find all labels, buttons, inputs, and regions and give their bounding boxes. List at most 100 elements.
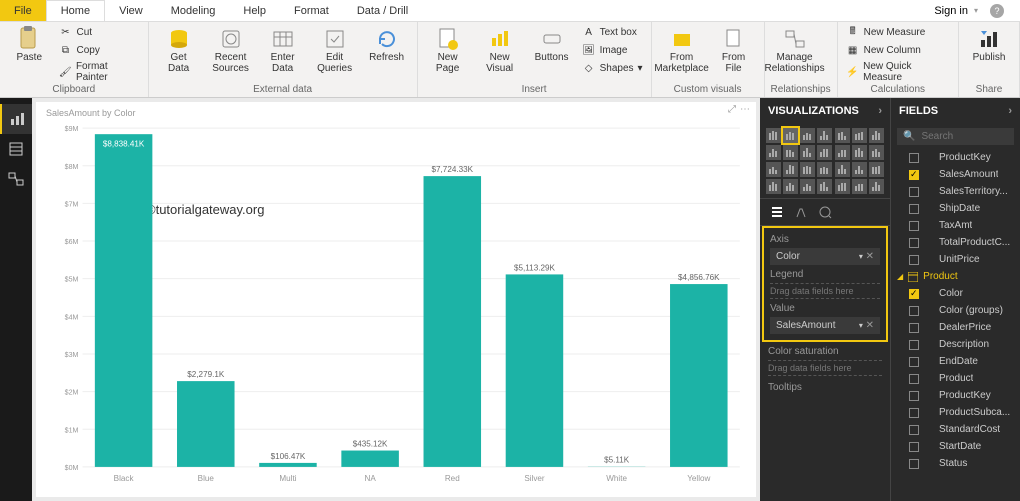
recent-sources-button[interactable]: Recent Sources	[207, 24, 255, 76]
axis-field-pill[interactable]: Color▾ ✕	[770, 248, 880, 265]
remove-field-icon[interactable]: ✕	[866, 251, 874, 262]
checkbox[interactable]	[909, 238, 919, 248]
field-item[interactable]: DealerPrice	[891, 319, 1020, 336]
format-painter-button[interactable]: 🖌Format Painter	[56, 60, 141, 84]
checkbox[interactable]	[909, 187, 919, 197]
chevron-right-icon[interactable]: ›	[878, 105, 882, 117]
field-item[interactable]: TotalProductC...	[891, 234, 1020, 251]
viz-type-icon[interactable]	[766, 145, 781, 160]
tab-file[interactable]: File	[0, 0, 46, 21]
tab-data-drill[interactable]: Data / Drill	[343, 0, 422, 21]
legend-drop-zone[interactable]: Drag data fields here	[770, 283, 880, 299]
manage-relationships-button[interactable]: Manage Relationships	[771, 24, 819, 76]
field-item[interactable]: EndDate	[891, 353, 1020, 370]
field-item[interactable]: SalesAmount	[891, 166, 1020, 183]
new-column-button[interactable]: ▦New Column	[844, 42, 952, 58]
buttons-button[interactable]: Buttons	[528, 24, 576, 65]
viz-type-icon[interactable]	[835, 128, 850, 143]
edit-queries-button[interactable]: Edit Queries	[311, 24, 359, 76]
viz-type-icon[interactable]	[766, 128, 781, 143]
fields-tab-icon[interactable]	[770, 205, 784, 219]
field-item[interactable]: Product	[891, 370, 1020, 387]
field-item[interactable]: Color	[891, 285, 1020, 302]
viz-type-icon[interactable]	[869, 128, 884, 143]
new-quick-measure-button[interactable]: ⚡New Quick Measure	[844, 60, 952, 84]
bar[interactable]	[177, 381, 235, 467]
value-field-pill[interactable]: SalesAmount▾ ✕	[770, 317, 880, 334]
cut-button[interactable]: ✂Cut	[56, 24, 141, 40]
viz-type-icon[interactable]	[852, 145, 867, 160]
field-item[interactable]: ShipDate	[891, 200, 1020, 217]
tab-view[interactable]: View	[105, 0, 157, 21]
new-page-button[interactable]: New Page	[424, 24, 472, 76]
copy-button[interactable]: ⧉Copy	[56, 42, 141, 58]
textbox-button[interactable]: AText box	[580, 24, 645, 40]
new-visual-button[interactable]: New Visual	[476, 24, 524, 76]
table-header[interactable]: ◢ Product	[891, 268, 1020, 285]
get-data-button[interactable]: Get Data	[155, 24, 203, 76]
field-item[interactable]: StartDate	[891, 438, 1020, 455]
viz-type-icon[interactable]	[817, 128, 832, 143]
field-item[interactable]: ProductSubca...	[891, 404, 1020, 421]
viz-type-icon[interactable]	[783, 145, 798, 160]
focus-mode-icon[interactable]: ⤢	[728, 104, 736, 115]
field-item[interactable]: Status	[891, 455, 1020, 472]
viz-type-icon[interactable]	[869, 162, 884, 177]
tab-home[interactable]: Home	[46, 0, 105, 21]
paste-button[interactable]: Paste	[6, 24, 52, 65]
viz-type-icon[interactable]	[835, 179, 850, 194]
search-input[interactable]	[921, 131, 1001, 142]
enter-data-button[interactable]: Enter Data	[259, 24, 307, 76]
checkbox[interactable]	[909, 221, 919, 231]
bar[interactable]	[95, 134, 153, 467]
field-item[interactable]: ProductKey	[891, 149, 1020, 166]
format-tab-icon[interactable]	[794, 205, 808, 219]
tab-format[interactable]: Format	[280, 0, 343, 21]
viz-type-icon[interactable]	[766, 162, 781, 177]
checkbox[interactable]	[909, 289, 919, 299]
checkbox[interactable]	[909, 442, 919, 452]
viz-type-icon[interactable]	[817, 179, 832, 194]
viz-type-icon[interactable]	[835, 145, 850, 160]
viz-type-icon[interactable]	[800, 145, 815, 160]
checkbox[interactable]	[909, 408, 919, 418]
checkbox[interactable]	[909, 391, 919, 401]
checkbox[interactable]	[909, 170, 919, 180]
saturation-drop-zone[interactable]: Drag data fields here	[768, 360, 882, 376]
bar[interactable]	[341, 451, 399, 467]
analytics-tab-icon[interactable]	[818, 205, 832, 219]
remove-field-icon[interactable]: ✕	[866, 320, 874, 331]
viz-type-icon[interactable]	[783, 162, 798, 177]
checkbox[interactable]	[909, 459, 919, 469]
chart-visual[interactable]: SalesAmount by Color ⤢ ⋯ ©tutorialgatewa…	[36, 102, 756, 497]
viz-type-icon[interactable]	[766, 179, 781, 194]
checkbox[interactable]	[909, 357, 919, 367]
new-measure-button[interactable]: 🖩New Measure	[844, 24, 952, 40]
refresh-button[interactable]: Refresh	[363, 24, 411, 65]
publish-button[interactable]: Publish	[965, 24, 1013, 65]
report-canvas[interactable]: SalesAmount by Color ⤢ ⋯ ©tutorialgatewa…	[32, 98, 760, 501]
report-view-button[interactable]	[0, 104, 32, 134]
viz-type-icon[interactable]	[852, 179, 867, 194]
chevron-right-icon[interactable]: ›	[1008, 105, 1012, 117]
checkbox[interactable]	[909, 153, 919, 163]
viz-type-icon[interactable]	[869, 179, 884, 194]
field-item[interactable]: ProductKey	[891, 387, 1020, 404]
viz-type-icon[interactable]	[852, 128, 867, 143]
more-options-icon[interactable]: ⋯	[740, 104, 750, 115]
viz-type-icon[interactable]	[852, 162, 867, 177]
bar[interactable]	[259, 463, 317, 467]
field-item[interactable]: TaxAmt	[891, 217, 1020, 234]
viz-type-icon[interactable]	[817, 145, 832, 160]
tab-modeling[interactable]: Modeling	[157, 0, 230, 21]
viz-type-icon[interactable]	[800, 162, 815, 177]
viz-type-icon[interactable]	[783, 128, 798, 143]
viz-type-icon[interactable]	[869, 145, 884, 160]
checkbox[interactable]	[909, 425, 919, 435]
viz-type-icon[interactable]	[835, 162, 850, 177]
field-item[interactable]: StandardCost	[891, 421, 1020, 438]
checkbox[interactable]	[909, 323, 919, 333]
sign-in-link[interactable]: Sign in▾ ?	[924, 0, 1020, 21]
checkbox[interactable]	[909, 255, 919, 265]
viz-type-icon[interactable]	[817, 162, 832, 177]
